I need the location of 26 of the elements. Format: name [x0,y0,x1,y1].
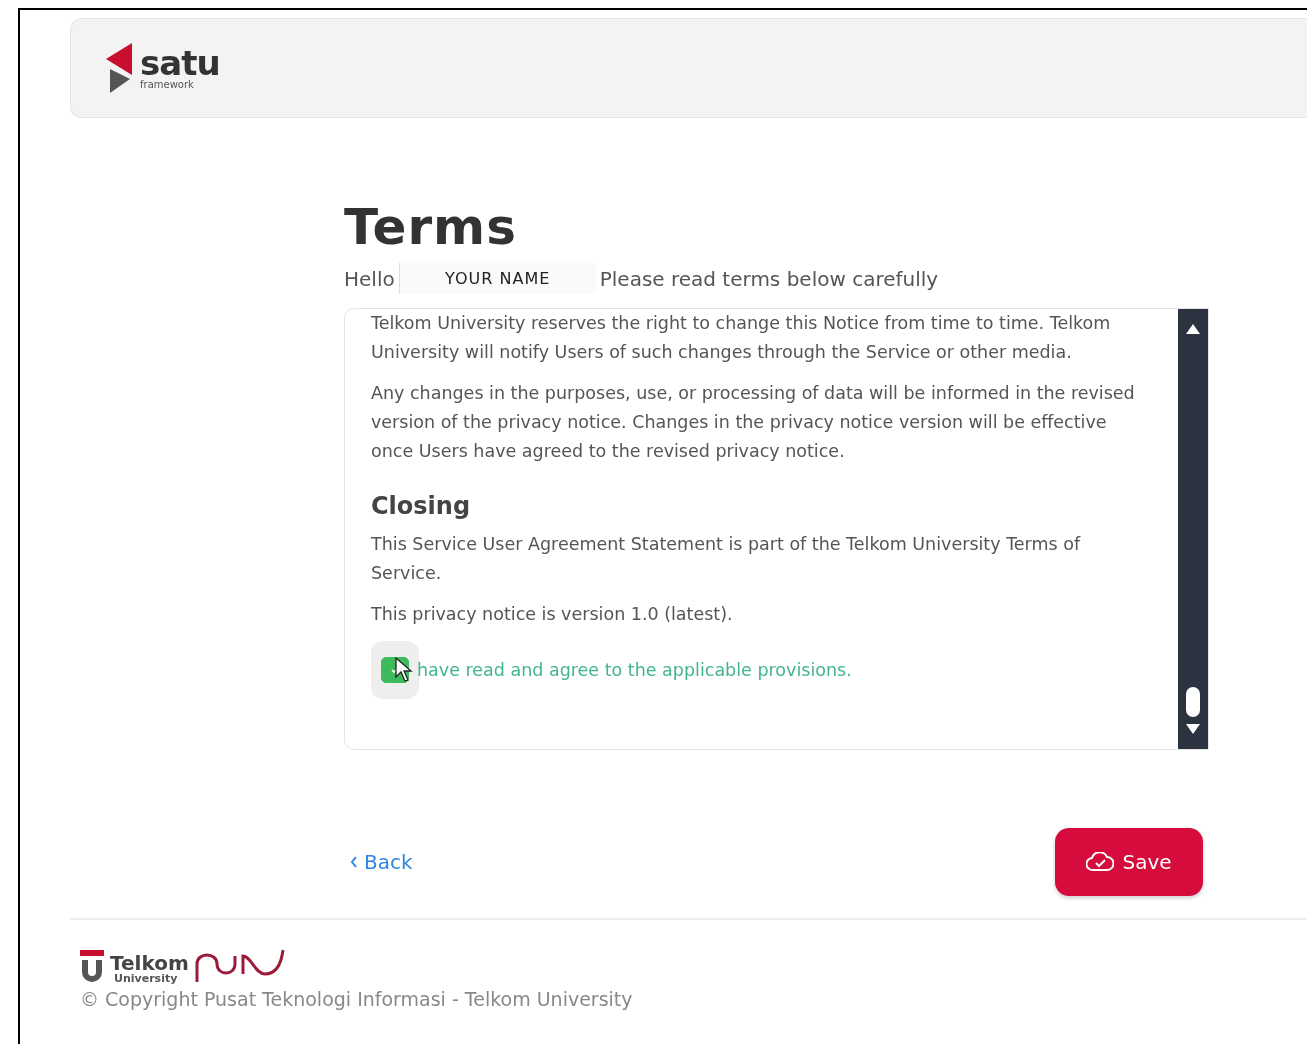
cloud-check-icon [1086,852,1115,872]
greeting-text: Hello [344,266,395,291]
section-heading: Closing [371,492,472,520]
brand-subtitle: University [113,973,179,984]
name-field: YOUR NAME [398,263,596,294]
terms-paragraph: This Service User Agreement Statement is part of the Telkom University Terms of Service. [371,533,1082,585]
university-logo-icon [80,950,104,984]
logo-name: satu [140,46,220,80]
scrollbar-thumb[interactable] [1186,687,1200,717]
page-title: Terms [344,200,518,255]
save-button[interactable]: Save [1055,828,1203,896]
pointer-cursor-icon [395,657,413,683]
scrollbar[interactable] [1178,309,1208,749]
chevron-left-icon [350,856,358,868]
agree-label[interactable]: have read and agree to the applicable provisions. [417,660,852,680]
logo-icon [106,43,134,93]
instruction-text: Please read terms below carefully [599,266,939,291]
terms-paragraph: Telkom University reserves the right to change this Notice from time to time. Telkom University will notify Users of such changes through the Service or other media. [371,312,1112,364]
back-link[interactable]: Back [344,850,413,874]
copyright-text: © Copyright Pusat Teknologi Informasi - Telkom University [80,988,634,1010]
brand-name: Telkom [110,953,189,973]
logo-subtitle: framework [140,80,195,90]
scroll-down-icon[interactable] [1185,723,1201,735]
terms-paragraph: This privacy notice is version 1.0 (latest). [371,603,734,626]
terms-paragraph: Any changes in the purposes, use, or processing of data will be informed in the revised version of the privacy notice. Changes in the privacy notice version will be effective once Users have agreed to the revised privacy notice. [371,382,1136,463]
scroll-up-icon[interactable] [1185,323,1201,335]
